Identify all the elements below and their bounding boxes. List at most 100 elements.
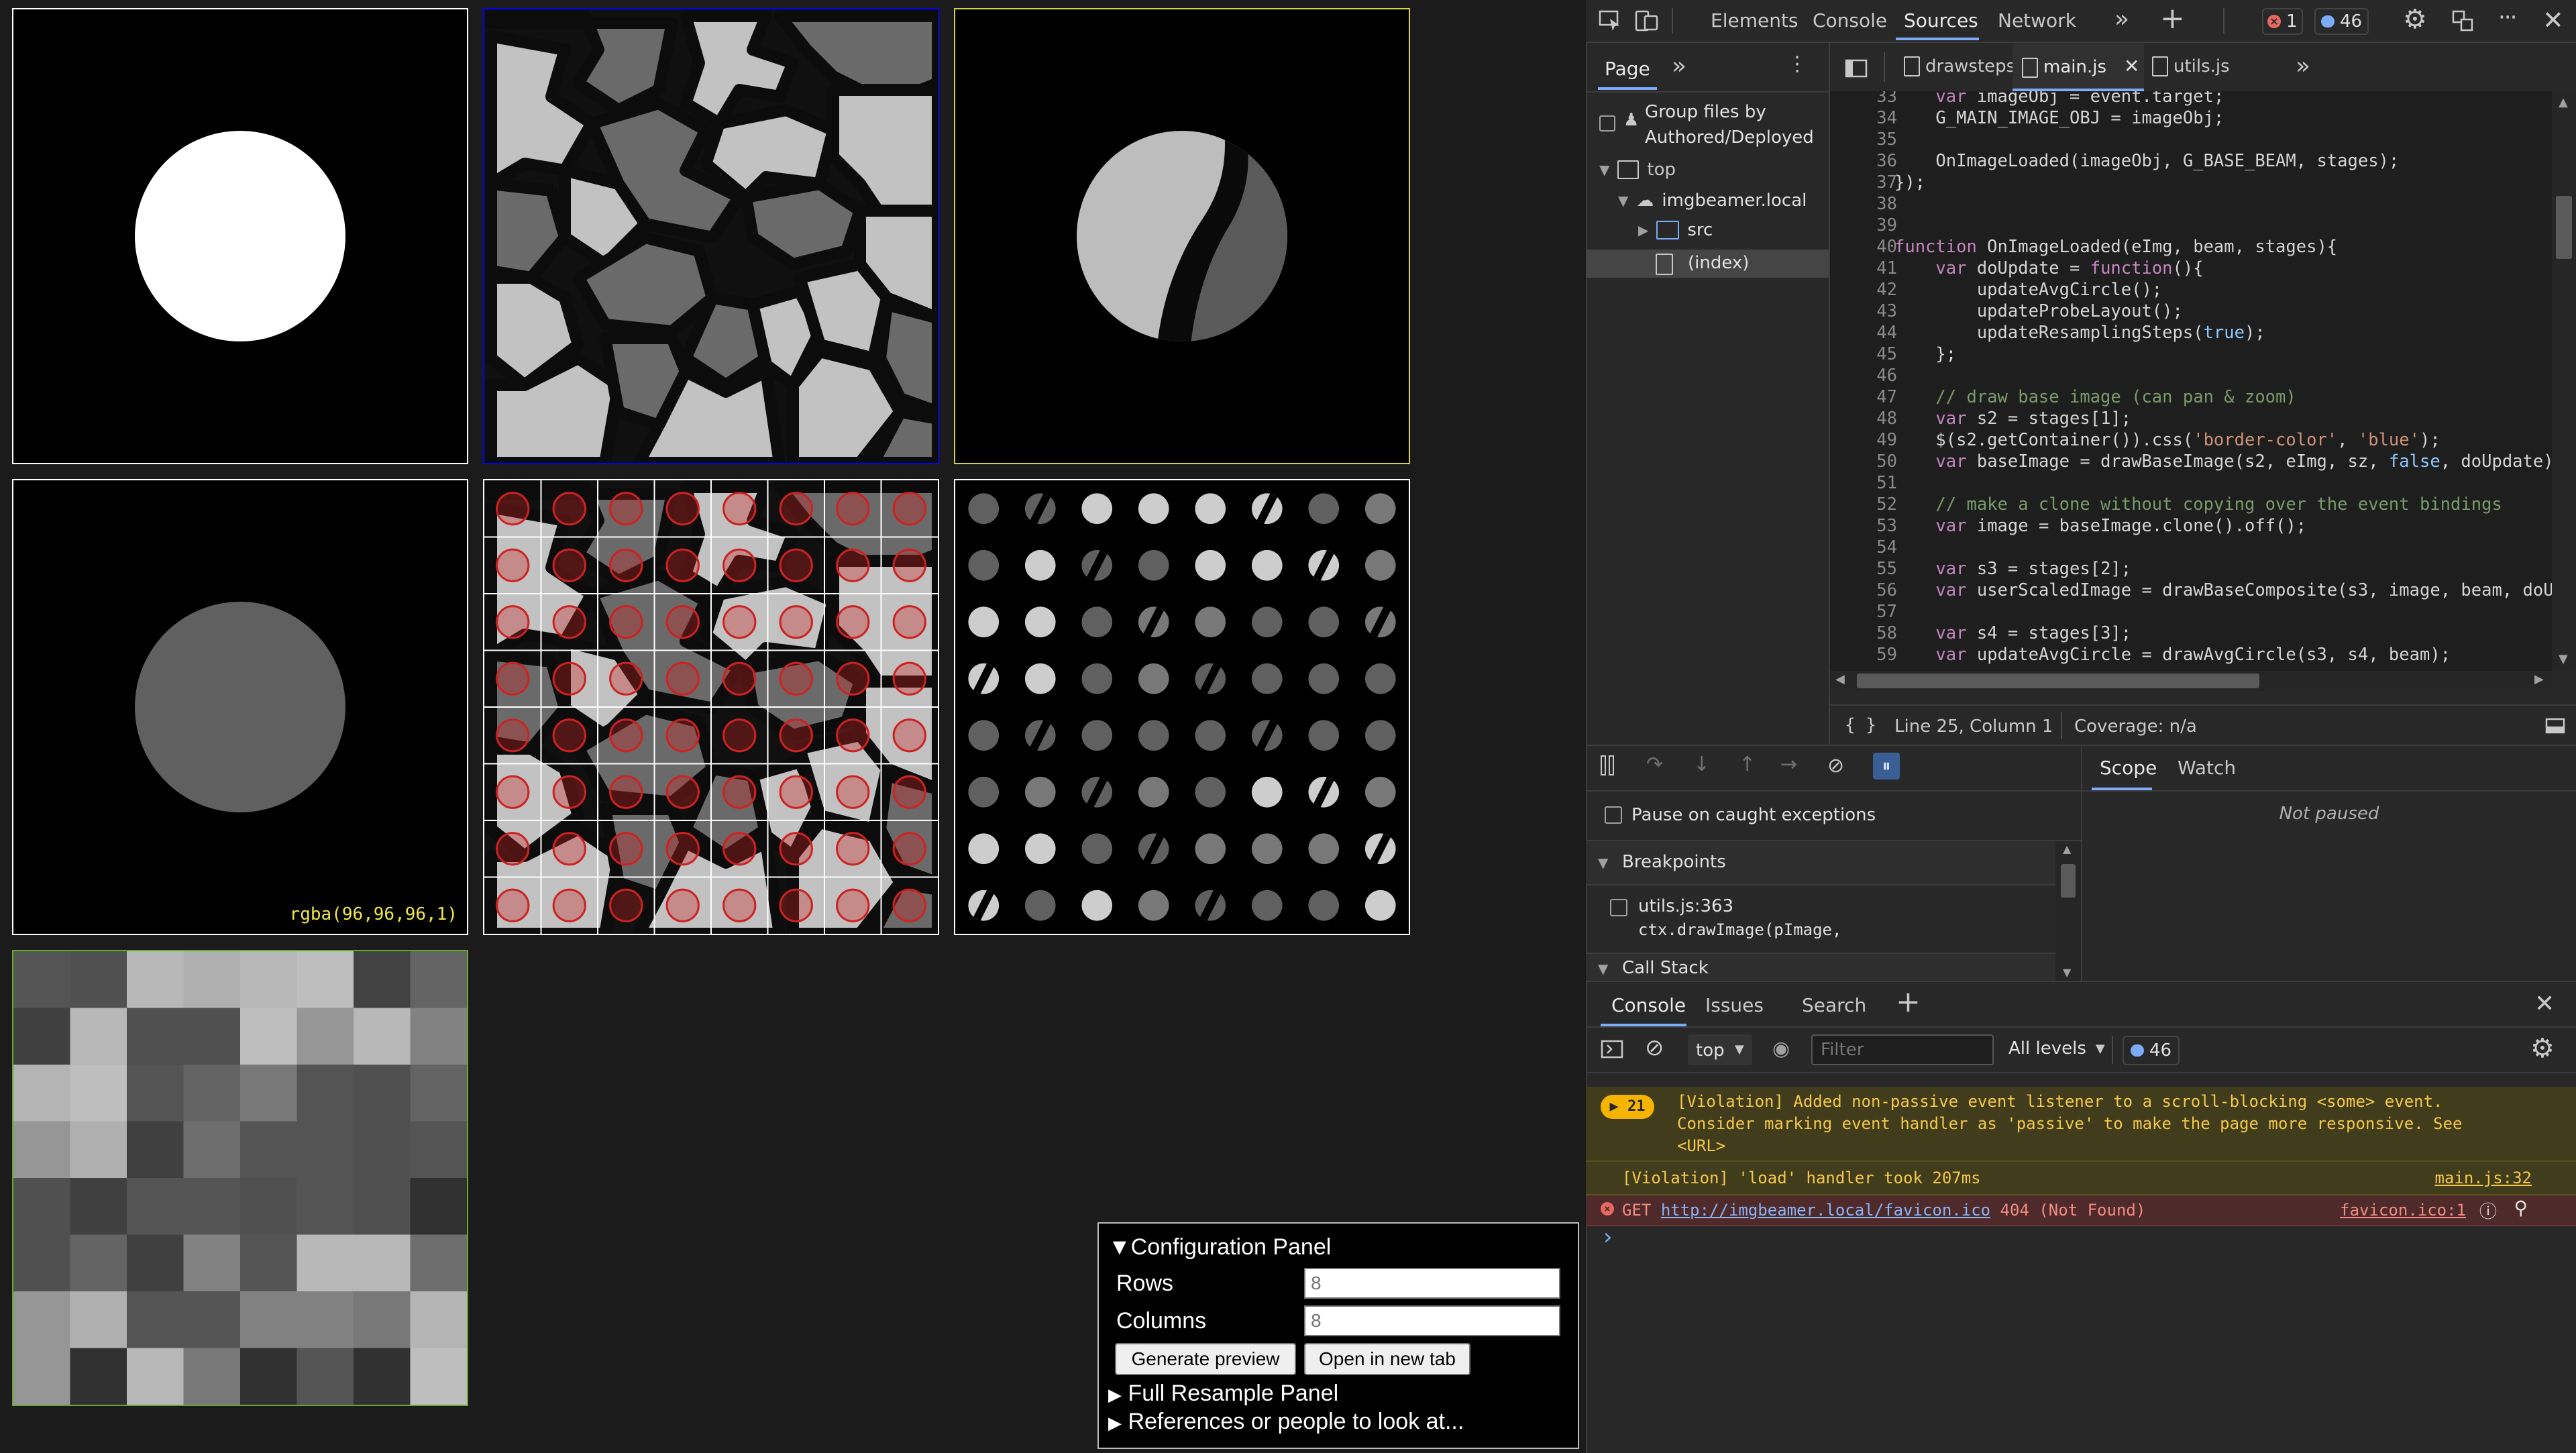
console-prompt[interactable]: ›	[1603, 1224, 1613, 1250]
navigator-menu-icon[interactable]: ⋮	[1787, 52, 1807, 76]
source-link-favicon[interactable]: favicon.ico:1	[2340, 1201, 2466, 1220]
line-number[interactable]: 56	[1830, 580, 1897, 601]
pause-icon[interactable]	[1601, 755, 1618, 775]
generate-preview-button[interactable]: Generate preview	[1115, 1343, 1296, 1375]
message-count-badge[interactable]: 46	[2314, 8, 2369, 35]
tab-network[interactable]: Network	[1998, 9, 2076, 32]
breakpoint-item[interactable]: utils.js:363 ctx.drawImage(pImage,	[1586, 885, 2055, 942]
stage-base-image[interactable]	[483, 8, 939, 464]
tab-sources[interactable]: Sources	[1904, 9, 1978, 32]
line-number[interactable]: 35	[1830, 129, 1897, 150]
line-number[interactable]: 36	[1830, 150, 1897, 172]
device-toolbar-icon[interactable]	[1634, 9, 1660, 32]
close-devtools-icon[interactable]: ✕	[2542, 5, 2564, 35]
inspect-element-icon[interactable]	[1598, 9, 1622, 32]
context-select[interactable]: top ▼	[1688, 1034, 1752, 1065]
deactivate-breakpoints-icon[interactable]: ⊘	[1827, 754, 1844, 777]
line-number[interactable]: 47	[1830, 386, 1897, 408]
console-filter-input[interactable]	[1811, 1034, 1994, 1065]
code-editor[interactable]: 33 var imageObj = event.target; 34 G_MAIN…	[1830, 91, 2552, 671]
line-number[interactable]: 59	[1830, 644, 1897, 665]
scroll-thumb[interactable]	[2556, 196, 2572, 259]
line-number[interactable]: 48	[1830, 408, 1897, 429]
show-drawer-icon[interactable]	[2545, 718, 2565, 734]
references-summary[interactable]: ▶ References or people to look at...	[1108, 1409, 1464, 1435]
drawer-tab-search[interactable]: Search	[1802, 994, 1866, 1016]
breakpoint-checkbox[interactable]	[1610, 899, 1627, 916]
more-file-tabs-icon[interactable]: »	[2296, 52, 2310, 80]
debugger-sidebar-scrollbar[interactable]: ▲ ▼	[2055, 841, 2081, 981]
line-number[interactable]: 40	[1830, 236, 1897, 258]
line-number[interactable]: 50	[1830, 451, 1897, 472]
breakpoints-header[interactable]: ▼ Breakpoints	[1586, 841, 2055, 885]
tab-watch[interactable]: Watch	[2178, 757, 2236, 779]
line-number[interactable]: 42	[1830, 279, 1897, 301]
columns-input[interactable]	[1304, 1305, 1560, 1336]
line-number[interactable]: 37	[1830, 172, 1897, 193]
close-drawer-icon[interactable]: ✕	[2534, 990, 2555, 1018]
scroll-thumb[interactable]	[1857, 674, 2259, 688]
line-number[interactable]: 45	[1830, 343, 1897, 365]
line-number[interactable]: 58	[1830, 623, 1897, 644]
source-link-main[interactable]: main.js:32	[2435, 1169, 2532, 1187]
add-panel-icon[interactable]: +	[2160, 1, 2185, 36]
tree-item-domain[interactable]: ▼ ☁ imgbeamer.local	[1618, 191, 1807, 211]
stage-base-beam[interactable]	[12, 8, 468, 464]
clear-console-icon[interactable]: ⊘	[1645, 1034, 1664, 1061]
line-number[interactable]: 55	[1830, 558, 1897, 580]
console-sidebar-icon[interactable]	[1601, 1040, 1625, 1059]
line-number[interactable]: 49	[1830, 429, 1897, 451]
settings-gear-icon[interactable]: ⚙	[2403, 4, 2427, 35]
error-count-badge[interactable]: × 1	[2262, 8, 2303, 35]
line-number[interactable]: 34	[1830, 107, 1897, 129]
line-number[interactable]: 43	[1830, 301, 1897, 322]
step-out-icon[interactable]: ↑	[1739, 753, 1756, 776]
search-icon[interactable]: ⚲	[2514, 1197, 2528, 1219]
step-into-icon[interactable]: ↓	[1693, 753, 1710, 776]
console-error-404[interactable]: × GET http://imgbeamer.local/favicon.ico…	[1586, 1195, 2576, 1226]
file-tab-main-active[interactable]: main.js ✕	[2012, 43, 2144, 91]
pause-on-exceptions-icon[interactable]: ⏸	[1873, 753, 1900, 779]
rows-input[interactable]	[1304, 1268, 1560, 1299]
close-tab-icon[interactable]: ✕	[2124, 55, 2139, 77]
tree-item-top[interactable]: ▼ top	[1599, 160, 1676, 180]
pretty-print-icon[interactable]: { }	[1845, 715, 1876, 735]
navigator-tab-page[interactable]: Page	[1605, 58, 1650, 80]
tree-item-src[interactable]: ▶ src	[1638, 220, 1713, 240]
tab-console[interactable]: Console	[1813, 9, 1887, 32]
full-resample-summary[interactable]: ▶ Full Resample Panel	[1108, 1381, 1338, 1407]
console-warning-violation[interactable]: ▶ 21 [Violation] Added non-passive event…	[1586, 1087, 2576, 1162]
file-tab-utils[interactable]: utils.js	[2152, 56, 2230, 76]
config-panel-summary[interactable]: ▼Configuration Panel	[1108, 1234, 1331, 1260]
line-number[interactable]: 44	[1830, 322, 1897, 343]
line-number[interactable]: 46	[1830, 365, 1897, 386]
toggle-navigator-icon[interactable]	[1845, 59, 1869, 78]
more-tabs-icon[interactable]: »	[2114, 5, 2129, 33]
line-number[interactable]: 53	[1830, 515, 1897, 537]
more-navigator-tabs-icon[interactable]: »	[1672, 52, 1686, 80]
step-icon[interactable]: →	[1780, 753, 1797, 776]
line-number[interactable]: 51	[1830, 472, 1897, 494]
line-number[interactable]: 33	[1830, 91, 1897, 107]
line-number[interactable]: 52	[1830, 494, 1897, 515]
error-url-link[interactable]: http://imgbeamer.local/favicon.ico	[1661, 1201, 1990, 1220]
tree-item-index-selected[interactable]: (index)	[1586, 250, 1829, 278]
tab-scope[interactable]: Scope	[2100, 757, 2157, 779]
console-message-count[interactable]: 46	[2123, 1036, 2180, 1065]
network-info-icon[interactable]: ⓘ	[2479, 1198, 2497, 1223]
console-warning-load[interactable]: [Violation] 'load' handler took 207ms ma…	[1586, 1162, 2576, 1195]
add-drawer-tab-icon[interactable]: +	[1896, 985, 1921, 1019]
drawer-tab-issues[interactable]: Issues	[1705, 994, 1764, 1016]
line-number[interactable]: 54	[1830, 537, 1897, 558]
line-number[interactable]: 38	[1830, 193, 1897, 215]
line-number[interactable]: 57	[1830, 601, 1897, 623]
group-files-checkbox[interactable]	[1599, 115, 1615, 131]
drawer-tab-console[interactable]: Console	[1611, 994, 1686, 1016]
open-new-tab-button[interactable]: Open in new tab	[1304, 1343, 1470, 1375]
call-stack-header[interactable]: ▼ Call Stack	[1586, 953, 2055, 982]
line-number[interactable]: 39	[1830, 215, 1897, 236]
step-over-icon[interactable]: ↷	[1646, 753, 1663, 776]
editor-horizontal-scrollbar[interactable]: ◀ ▶	[1830, 671, 2552, 691]
editor-vertical-scrollbar[interactable]: ▲ ▼	[2552, 91, 2576, 671]
live-expression-eye-icon[interactable]: ◉	[1772, 1037, 1790, 1061]
